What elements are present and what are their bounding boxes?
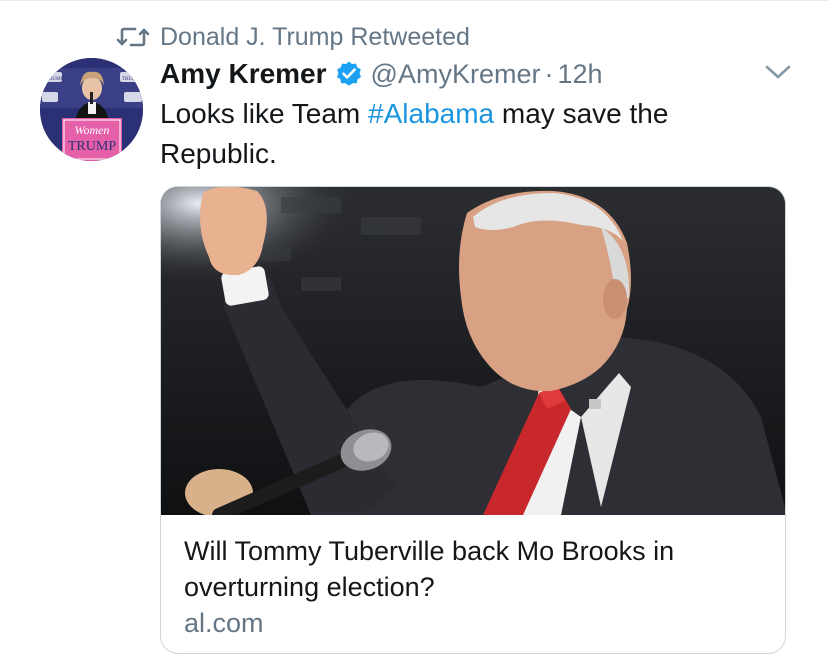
verified-badge-icon: [335, 60, 363, 88]
avatar-bg-sign-left: TRUMP: [46, 77, 63, 82]
display-name[interactable]: Amy Kremer: [160, 58, 327, 90]
avatar-sign-line1: Women: [75, 123, 110, 137]
card-title[interactable]: Will Tommy Tuberville back Mo Brooks in …: [184, 533, 769, 605]
tweet-text: Looks like Team #Alabama may save the Re…: [160, 94, 760, 174]
retweet-label: Donald J. Trump Retweeted: [160, 22, 470, 51]
tweet-header: Amy Kremer @AmyKremer · 12h: [160, 56, 603, 92]
card-domain: al.com: [184, 608, 264, 638]
separator-dot: ·: [544, 58, 554, 89]
link-preview-card[interactable]: Will Tommy Tuberville back Mo Brooks in …: [160, 186, 786, 654]
avatar-sign-line2: TRUMP: [68, 139, 116, 154]
avatar-bg-sign-right: TRUMP: [122, 77, 139, 82]
timestamp[interactable]: 12h: [557, 59, 602, 90]
retweet-context[interactable]: Donald J. Trump Retweeted: [116, 20, 470, 54]
tweet-text-start: Looks like Team: [160, 98, 369, 129]
top-divider: [0, 0, 828, 1]
chevron-down-icon[interactable]: [763, 62, 793, 82]
hashtag-link[interactable]: #Alabama: [368, 98, 494, 129]
user-handle[interactable]: @AmyKremer: [371, 59, 541, 90]
retweet-icon: [116, 25, 150, 49]
avatar[interactable]: TRUMP TRUMP Women TRUMP: [40, 58, 143, 161]
card-image[interactable]: [161, 187, 785, 523]
avatar-image: TRUMP TRUMP Women TRUMP: [40, 58, 143, 161]
